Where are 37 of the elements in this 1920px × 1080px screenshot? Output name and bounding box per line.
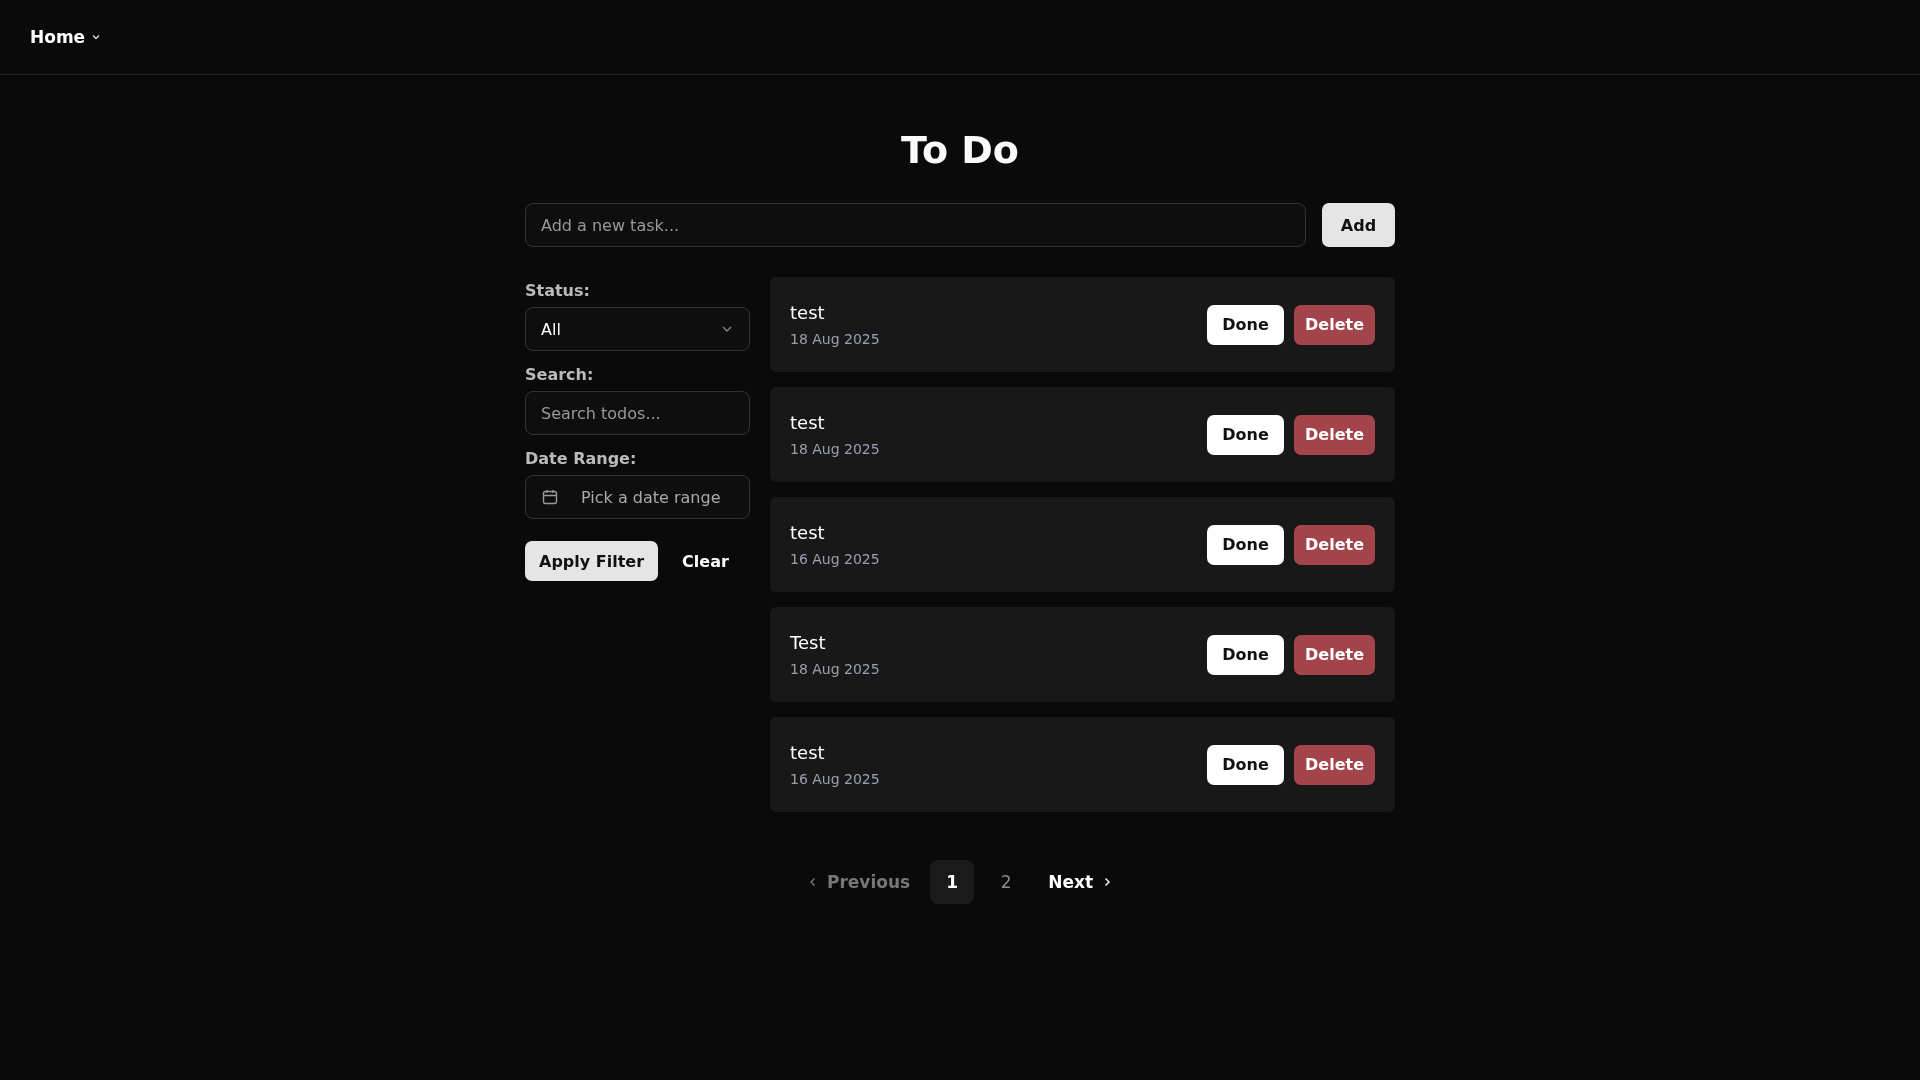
new-task-field[interactable]: Add a new task... bbox=[525, 203, 1306, 247]
page-button[interactable]: 2 bbox=[984, 860, 1029, 904]
home-menu[interactable]: Home bbox=[30, 27, 102, 47]
delete-button[interactable]: Delete bbox=[1294, 744, 1375, 785]
task-date: 16 Aug 2025 bbox=[790, 551, 881, 567]
status-label: Status: bbox=[525, 281, 591, 300]
calendar-icon bbox=[541, 488, 559, 506]
clear-button[interactable]: Clear bbox=[668, 541, 743, 581]
done-button[interactable]: Done bbox=[1207, 744, 1284, 785]
task-date: 18 Aug 2025 bbox=[790, 331, 881, 347]
search-label: Search: bbox=[525, 365, 595, 384]
done-button[interactable]: Done bbox=[1207, 524, 1284, 565]
apply-filter-button[interactable]: Apply Filter bbox=[525, 541, 659, 581]
delete-button[interactable]: Delete bbox=[1294, 634, 1375, 675]
delete-button[interactable]: Delete bbox=[1294, 304, 1375, 345]
status-select[interactable]: All bbox=[525, 307, 750, 351]
task-date: 18 Aug 2025 bbox=[790, 661, 881, 677]
delete-button[interactable]: Delete bbox=[1294, 414, 1375, 455]
date-range-picker[interactable]: Pick a date range bbox=[525, 475, 750, 519]
done-button[interactable]: Done bbox=[1207, 634, 1284, 675]
page-button[interactable]: 1 bbox=[930, 860, 975, 904]
next-button[interactable]: Next bbox=[1038, 860, 1123, 904]
add-button[interactable]: Add bbox=[1322, 203, 1395, 247]
date-range-label: Date Range: bbox=[525, 449, 638, 468]
task-title: test bbox=[790, 412, 826, 433]
page-title: To Do bbox=[900, 127, 1020, 173]
done-button[interactable]: Done bbox=[1207, 414, 1284, 455]
search-field[interactable]: Search todos... bbox=[525, 391, 750, 435]
task-date: 16 Aug 2025 bbox=[790, 771, 881, 787]
task-title: Test bbox=[790, 632, 827, 653]
delete-button[interactable]: Delete bbox=[1294, 524, 1375, 565]
task-date: 18 Aug 2025 bbox=[790, 441, 881, 457]
done-button[interactable]: Done bbox=[1207, 304, 1284, 345]
task-title: test bbox=[790, 742, 826, 763]
task-title: test bbox=[790, 302, 826, 323]
chevron-down-icon bbox=[91, 32, 102, 42]
task-title: test bbox=[790, 522, 826, 543]
